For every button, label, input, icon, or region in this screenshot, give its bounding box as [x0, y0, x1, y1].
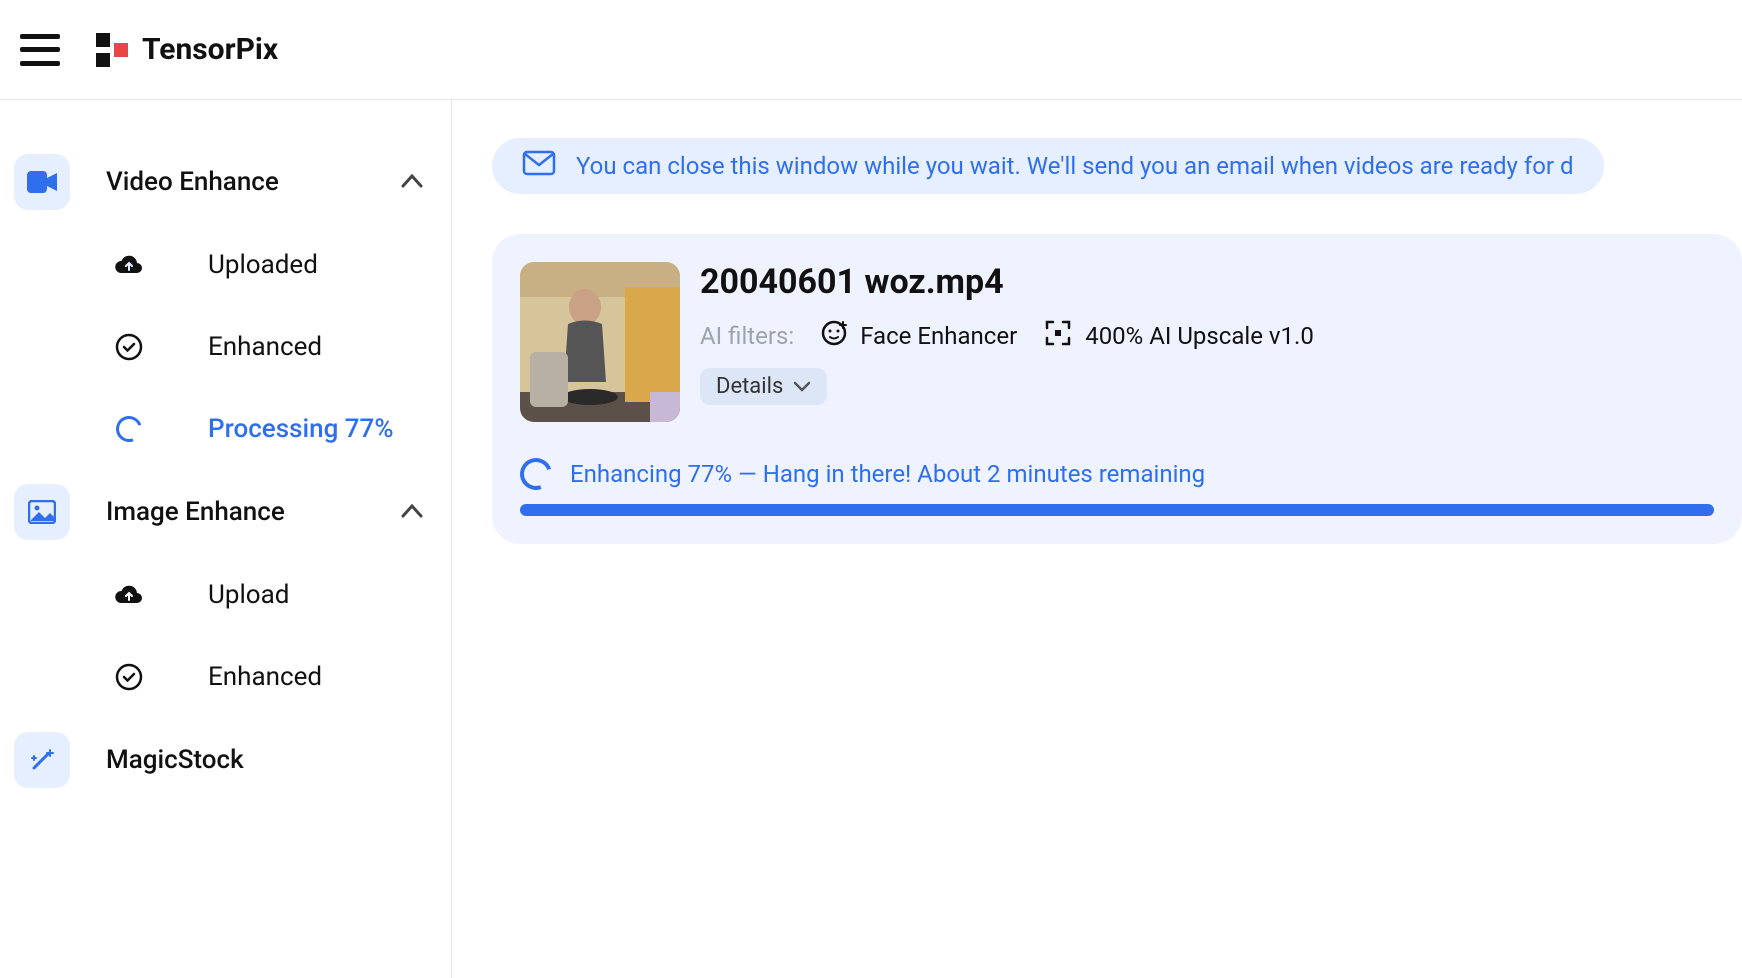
job-card: 20040601 woz.mp4 AI filters: — [492, 234, 1742, 544]
sidebar: Video Enhance Uploaded — [0, 100, 452, 978]
menu-toggle-button[interactable] — [20, 34, 60, 66]
filter-face-enhancer: Face Enhancer — [820, 319, 1017, 353]
job-title: 20040601 woz.mp4 — [700, 262, 1714, 302]
sidebar-item-magicstock[interactable]: MagicStock — [14, 718, 437, 802]
details-button[interactable]: Details — [700, 368, 827, 405]
chevron-down-icon — [793, 374, 811, 399]
upload-cloud-icon — [114, 254, 144, 276]
chevron-up-icon — [401, 503, 423, 522]
sidebar-item-video-processing[interactable]: Processing 77% — [14, 388, 437, 470]
progress-fill — [520, 504, 1714, 516]
progress-status: Enhancing 77% — Hang in there! About 2 m… — [520, 458, 1714, 490]
image-icon — [14, 484, 70, 540]
app-logo[interactable]: TensorPix — [96, 32, 278, 67]
sidebar-item-image-upload[interactable]: Upload — [14, 554, 437, 636]
face-icon — [820, 319, 848, 353]
upload-cloud-icon — [114, 584, 144, 606]
sidebar-item-label: MagicStock — [106, 745, 437, 775]
sidebar-section-video[interactable]: Video Enhance — [14, 140, 437, 224]
sidebar-item-video-enhanced[interactable]: Enhanced — [14, 306, 437, 388]
video-icon — [14, 154, 70, 210]
app-name: TensorPix — [142, 32, 278, 67]
sidebar-section-image-label: Image Enhance — [106, 497, 365, 527]
filter-label: 400% AI Upscale v1.0 — [1085, 322, 1314, 350]
check-circle-icon — [114, 333, 144, 361]
spinner-icon — [114, 416, 144, 442]
info-banner: You can close this window while you wait… — [492, 138, 1604, 194]
sidebar-item-label: Enhanced — [208, 662, 322, 692]
sidebar-item-image-enhanced[interactable]: Enhanced — [14, 636, 437, 718]
sidebar-item-label: Processing 77% — [208, 414, 393, 444]
filter-upscale: 400% AI Upscale v1.0 — [1043, 318, 1314, 354]
logo-icon — [96, 33, 130, 67]
magic-wand-icon — [14, 732, 70, 788]
mail-icon — [522, 150, 556, 182]
info-banner-text: You can close this window while you wait… — [576, 152, 1574, 180]
spinner-icon — [520, 458, 552, 490]
sidebar-section-image[interactable]: Image Enhance — [14, 470, 437, 554]
topbar: TensorPix — [0, 0, 1742, 100]
sidebar-item-label: Uploaded — [208, 250, 318, 280]
main-content: You can close this window while you wait… — [452, 100, 1742, 978]
check-circle-icon — [114, 663, 144, 691]
chevron-up-icon — [401, 173, 423, 192]
details-label: Details — [716, 374, 783, 399]
progress-bar — [520, 504, 1714, 516]
video-thumbnail[interactable] — [520, 262, 680, 422]
filter-label: Face Enhancer — [860, 322, 1017, 350]
expand-icon — [1043, 318, 1073, 354]
sidebar-item-video-uploaded[interactable]: Uploaded — [14, 224, 437, 306]
sidebar-item-label: Upload — [208, 580, 289, 610]
sidebar-item-label: Enhanced — [208, 332, 322, 362]
progress-text: Enhancing 77% — Hang in there! About 2 m… — [570, 460, 1205, 488]
filters-label: AI filters: — [700, 322, 794, 350]
sidebar-section-video-label: Video Enhance — [106, 167, 365, 197]
